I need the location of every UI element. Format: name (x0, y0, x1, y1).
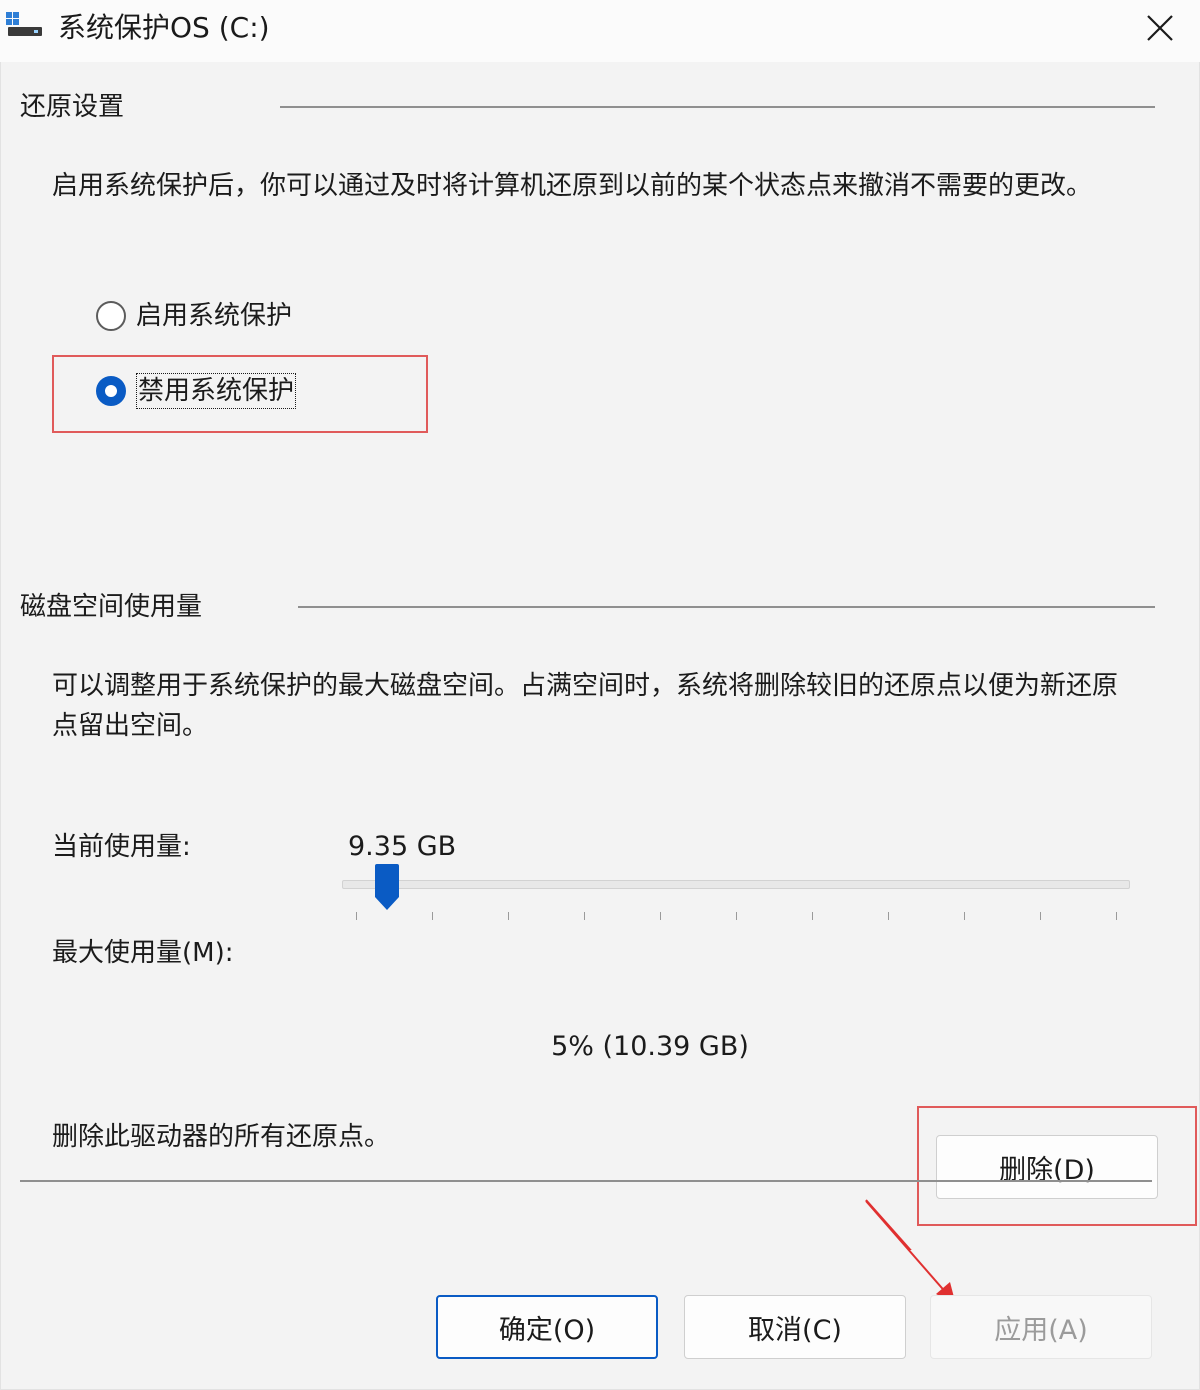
slider-tick (736, 912, 737, 920)
slider-tick (432, 912, 433, 920)
enable-protection-option[interactable]: 启用系统保护 (96, 299, 292, 333)
restore-settings-heading: 还原设置 (20, 92, 125, 122)
drive-icon (6, 12, 42, 36)
enable-protection-radio[interactable] (96, 301, 126, 331)
current-usage-label: 当前使用量: (52, 832, 191, 862)
title-bar: 系统保护OS (C:) (0, 0, 1200, 62)
delete-restore-points-text: 删除此驱动器的所有还原点。 (52, 1122, 391, 1152)
slider-tick (1040, 912, 1041, 920)
cancel-button[interactable]: 取消(C) (684, 1295, 906, 1359)
current-usage-value: 9.35 GB (348, 831, 457, 862)
max-usage-label: 最大使用量(M): (52, 938, 234, 968)
delete-button[interactable]: 删除(D) (936, 1135, 1158, 1199)
slider-tick (1116, 912, 1117, 920)
disk-usage-heading: 磁盘空间使用量 (20, 592, 203, 622)
restore-description: 启用系统保护后，你可以通过及时将计算机还原到以前的某个状态点来撤消不需要的更改。 (52, 171, 1093, 201)
disk-usage-description: 可以调整用于系统保护的最大磁盘空间。占满空间时，系统将删除较旧的还原点以便为新还… (52, 671, 1119, 741)
slider-thumb[interactable] (373, 863, 401, 911)
close-icon (1147, 15, 1173, 41)
disk-usage-divider (298, 606, 1155, 608)
disable-protection-radio[interactable] (96, 376, 126, 406)
enable-protection-label: 启用系统保护 (136, 301, 293, 331)
max-usage-slider[interactable] (342, 880, 1130, 889)
disable-protection-option[interactable]: 禁用系统保护 (96, 373, 297, 409)
ok-button[interactable]: 确定(O) (436, 1295, 658, 1359)
slider-tick (356, 912, 357, 920)
max-usage-readout: 5% (10.39 GB) (551, 1031, 749, 1062)
restore-settings-divider (280, 106, 1155, 108)
footer-divider (20, 1180, 1152, 1182)
close-button[interactable] (1128, 6, 1192, 50)
slider-tick (888, 912, 889, 920)
disable-protection-label: 禁用系统保护 (136, 373, 297, 409)
slider-tick (812, 912, 813, 920)
slider-tick (660, 912, 661, 920)
apply-button[interactable]: 应用(A) (930, 1295, 1152, 1359)
window-title: 系统保护OS (C:) (58, 11, 270, 44)
slider-tick (508, 912, 509, 920)
slider-tick (584, 912, 585, 920)
slider-tick (964, 912, 965, 920)
